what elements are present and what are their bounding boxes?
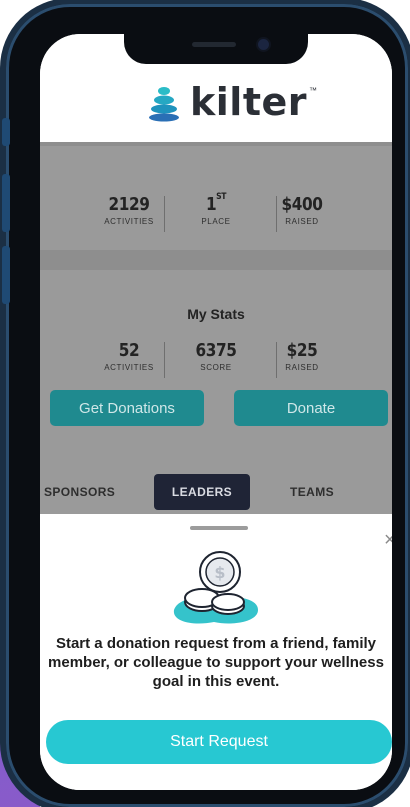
- my-stat-activities: 52 ACTIVITIES: [104, 340, 154, 372]
- svg-text:$: $: [214, 563, 225, 582]
- speaker-grille: [192, 42, 236, 47]
- stat-activities: 2129 ACTIVITIES: [104, 194, 154, 226]
- sheet-grabber[interactable]: [190, 526, 248, 530]
- donate-button[interactable]: Donate: [234, 390, 388, 426]
- dimmed-content: 2129 ACTIVITIES 1ST PLACE $400 RAISED My…: [40, 142, 392, 574]
- coins-stack-icon: $: [173, 551, 258, 624]
- front-camera: [258, 39, 269, 50]
- trademark-mark: ™: [309, 86, 317, 95]
- my-stat-score: 6375 SCORE: [195, 340, 237, 372]
- my-stat-raised: $25 RAISED: [285, 340, 319, 372]
- phone-volume-down: [2, 246, 10, 304]
- tab-bar: SPONSORS LEADERS TEAMS: [40, 474, 392, 514]
- sheet-message: Start a donation request from a friend, …: [48, 635, 384, 690]
- get-donations-button[interactable]: Get Donations: [50, 390, 204, 426]
- event-stats-card: 2129 ACTIVITIES 1ST PLACE $400 RAISED: [40, 146, 392, 250]
- donation-request-sheet: × $ Start a donation request from a frie…: [40, 514, 392, 790]
- start-request-button[interactable]: Start Request: [46, 720, 392, 764]
- phone-mute-switch: [2, 118, 10, 146]
- event-stats-row: 2129 ACTIVITIES 1ST PLACE $400 RAISED: [100, 192, 330, 232]
- stat-place: 1ST PLACE: [201, 192, 231, 226]
- brand-logo: kilter ™: [148, 82, 317, 122]
- my-stats-title: My Stats: [187, 306, 245, 322]
- phone-screen: kilter ™ 2129 ACTIVITIES 1ST PLACE $400 …: [40, 34, 392, 790]
- phone-volume-up: [2, 174, 10, 232]
- tab-sponsors[interactable]: SPONSORS: [44, 474, 115, 510]
- stat-raised: $400 RAISED: [281, 194, 323, 226]
- brand-name: kilter: [190, 80, 307, 124]
- phone-frame: kilter ™ 2129 ACTIVITIES 1ST PLACE $400 …: [2, 4, 408, 807]
- my-stats-row: 52 ACTIVITIES 6375 SCORE $25 RAISED: [100, 340, 330, 378]
- close-icon[interactable]: ×: [384, 530, 392, 550]
- tab-teams[interactable]: TEAMS: [290, 474, 334, 510]
- tab-leaders[interactable]: LEADERS: [154, 474, 250, 510]
- stacked-stones-icon: [149, 87, 179, 122]
- phone-notch: [124, 34, 308, 64]
